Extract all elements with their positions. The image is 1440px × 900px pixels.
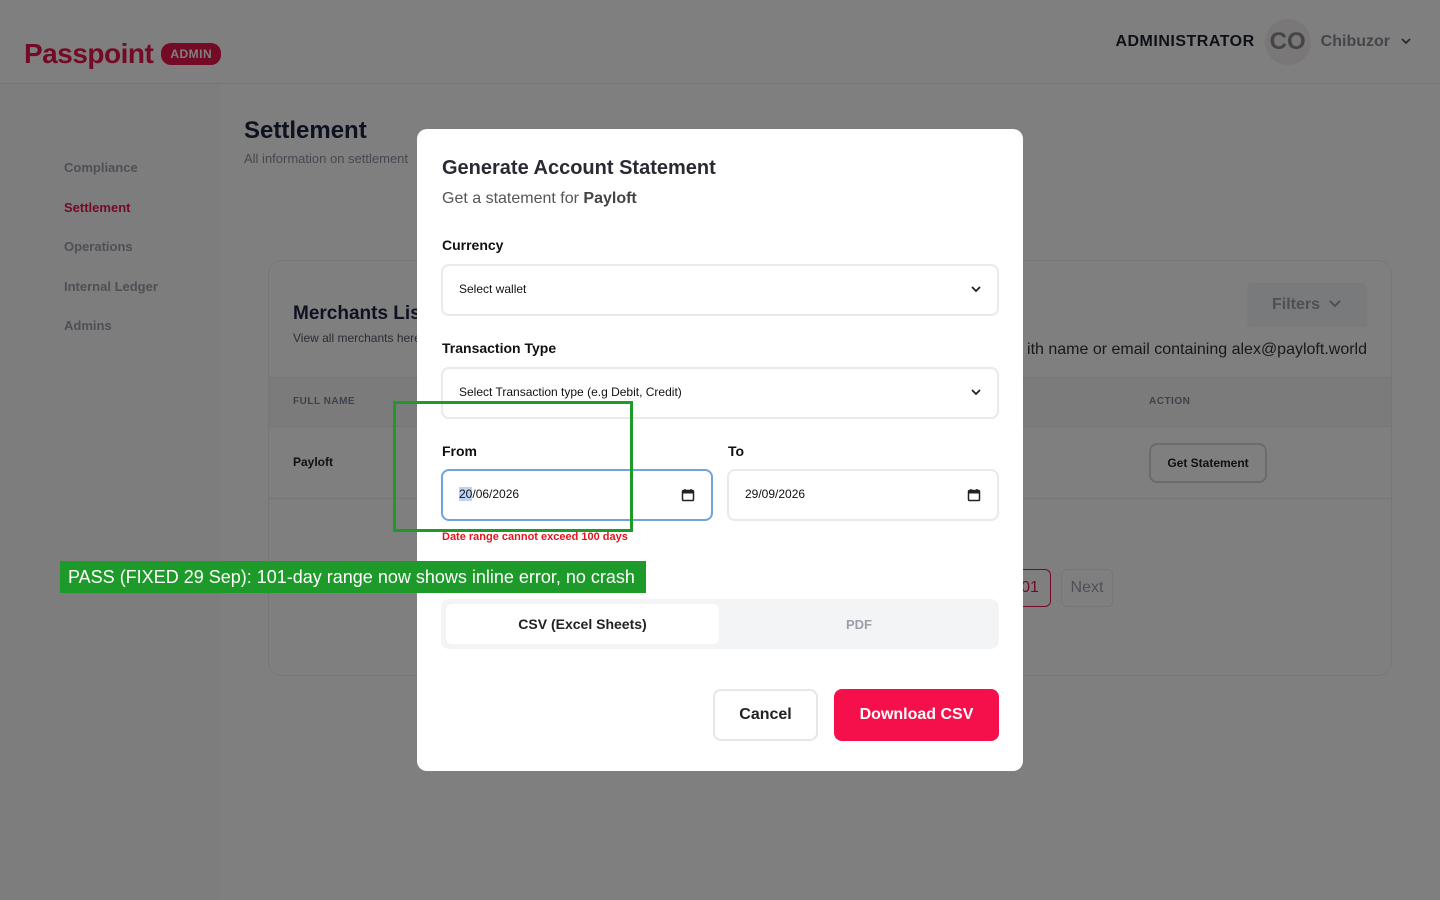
download-csv-button[interactable]: Download CSV <box>834 689 999 741</box>
to-label: To <box>728 443 745 459</box>
annotation-label: PASS (FIXED 29 Sep): 101-day range now s… <box>60 561 646 593</box>
modal-subtitle-prefix: Get a statement for <box>442 190 584 207</box>
format-toggle: CSV (Excel Sheets) PDF <box>441 599 999 649</box>
chevron-down-icon <box>969 282 983 296</box>
modal-merchant-name: Payloft <box>583 190 637 207</box>
modal-title: Generate Account Statement <box>442 157 716 179</box>
transaction-type-value: Select Transaction type (e.g Debit, Cred… <box>459 385 682 399</box>
to-date-input[interactable]: 29/09/2026 <box>727 469 999 521</box>
format-pdf-option[interactable]: PDF <box>723 604 995 644</box>
calendar-icon[interactable] <box>681 488 695 502</box>
calendar-icon[interactable] <box>967 488 981 502</box>
format-csv-option[interactable]: CSV (Excel Sheets) <box>446 604 719 644</box>
currency-select[interactable]: Select wallet <box>441 264 999 316</box>
chevron-down-icon <box>969 385 983 399</box>
cancel-button[interactable]: Cancel <box>713 689 818 741</box>
currency-label: Currency <box>442 237 504 253</box>
to-date-value: 29/09/2026 <box>745 487 806 501</box>
currency-select-value: Select wallet <box>459 282 527 296</box>
modal-subtitle: Get a statement for Payloft <box>442 190 637 208</box>
date-range-error: Date range cannot exceed 100 days <box>442 531 628 543</box>
transaction-type-label: Transaction Type <box>442 340 557 356</box>
annotation-highlight-box <box>393 401 633 532</box>
